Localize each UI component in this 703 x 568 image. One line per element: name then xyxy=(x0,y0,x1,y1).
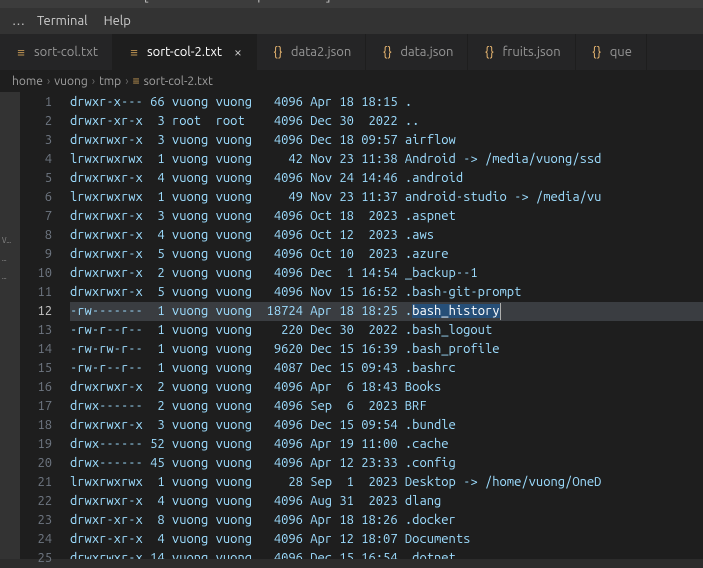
line-number: 24 xyxy=(20,530,52,549)
tab-label: data.json xyxy=(400,45,453,59)
line-number: 9 xyxy=(20,245,52,264)
tab-data-json[interactable]: {} data.json xyxy=(366,34,468,70)
tab-sort-col-2-txt[interactable]: ≡ sort-col-2.txt × xyxy=(113,34,257,70)
title-bar: [Extension Development Host] sort-col.tx… xyxy=(0,0,703,8)
line-number: 15 xyxy=(20,359,52,378)
line-number: 25 xyxy=(20,549,52,568)
code-line[interactable]: drwxrwxr-x 3 vuong vuong 4096 Oct 18 202… xyxy=(70,207,703,226)
line-number: 13 xyxy=(20,321,52,340)
line-number: 20 xyxy=(20,454,52,473)
line-number: 18 xyxy=(20,416,52,435)
line-number: 4 xyxy=(20,150,52,169)
tab-data2-json[interactable]: {} data2.json xyxy=(257,34,366,70)
activity-item[interactable]: … xyxy=(0,268,20,286)
tab-sort-col-txt[interactable]: ≡ sort-col.txt xyxy=(0,34,113,70)
line-number: 6 xyxy=(20,188,52,207)
tab-label: sort-col-2.txt xyxy=(147,45,222,59)
code-line[interactable]: drwxrwxr-x 2 vuong vuong 4096 Apr 6 18:4… xyxy=(70,378,703,397)
line-number: 22 xyxy=(20,492,52,511)
code-area[interactable]: drwxr-x--- 66 vuong vuong 4096 Apr 18 18… xyxy=(70,92,703,559)
line-number: 19 xyxy=(20,435,52,454)
tab-label: fruits.json xyxy=(502,45,560,59)
text-cursor xyxy=(500,303,501,320)
line-number: 12 xyxy=(20,302,52,321)
line-number: 11 xyxy=(20,283,52,302)
line-number: 23 xyxy=(20,511,52,530)
line-number: 16 xyxy=(20,378,52,397)
tab-label: que xyxy=(610,45,632,59)
activity-item[interactable]: … xyxy=(0,250,20,268)
chevron-right-icon: › xyxy=(47,75,50,88)
breadcrumb-segment[interactable]: home xyxy=(12,75,43,88)
code-line[interactable]: -rw-r--r-- 1 vuong vuong 220 Dec 30 2022… xyxy=(70,321,703,340)
activity-bar: V… … … xyxy=(0,92,20,559)
code-line[interactable]: drwx------ 52 vuong vuong 4096 Apr 19 11… xyxy=(70,435,703,454)
code-line[interactable]: drwxrwxr-x 4 vuong vuong 4096 Aug 31 202… xyxy=(70,492,703,511)
line-number: 5 xyxy=(20,169,52,188)
menu-terminal[interactable]: Terminal xyxy=(29,12,96,30)
menu-help[interactable]: Help xyxy=(96,12,139,30)
code-line[interactable]: drwxr-xr-x 3 root root 4096 Dec 30 2022 … xyxy=(70,112,703,131)
tab-fruits-json[interactable]: {} fruits.json xyxy=(468,34,575,70)
code-line[interactable]: -rw------- 1 vuong vuong 18724 Apr 18 18… xyxy=(70,302,703,321)
line-number: 10 xyxy=(20,264,52,283)
line-number: 21 xyxy=(20,473,52,492)
breadcrumb-segment[interactable]: tmp xyxy=(99,75,121,88)
breadcrumb-segment[interactable]: sort-col-2.txt xyxy=(144,75,213,88)
code-line[interactable]: drwxrwxr-x 4 vuong vuong 4096 Nov 24 14:… xyxy=(70,169,703,188)
code-line[interactable]: drwxr-x--- 66 vuong vuong 4096 Apr 18 18… xyxy=(70,93,703,112)
json-file-icon: {} xyxy=(482,45,496,59)
line-number: 3 xyxy=(20,131,52,150)
tab-que[interactable]: {} que xyxy=(576,34,647,70)
tab-bar: ≡ sort-col.txt ≡ sort-col-2.txt × {} data2.jso… xyxy=(0,34,703,70)
code-line[interactable]: drwx------ 2 vuong vuong 4096 Sep 6 2023… xyxy=(70,397,703,416)
code-line[interactable]: drwx------ 45 vuong vuong 4096 Apr 12 23… xyxy=(70,454,703,473)
tab-label: sort-col.txt xyxy=(34,45,98,59)
code-line[interactable]: drwxr-xr-x 4 vuong vuong 4096 Apr 12 18:… xyxy=(70,530,703,549)
text-file-icon: ≡ xyxy=(133,74,140,88)
code-line[interactable]: drwxr-xr-x 8 vuong vuong 4096 Apr 18 18:… xyxy=(70,511,703,530)
menu-bar: … Terminal Help xyxy=(0,8,703,34)
code-line[interactable]: -rw-r--r-- 1 vuong vuong 4087 Dec 15 09:… xyxy=(70,359,703,378)
line-number: 17 xyxy=(20,397,52,416)
window-title: [Extension Development Host] sort-col.tx… xyxy=(143,0,560,3)
line-number: 8 xyxy=(20,226,52,245)
tab-label: data2.json xyxy=(291,45,351,59)
line-number: 1 xyxy=(20,93,52,112)
breadcrumb[interactable]: home › vuong › tmp › ≡ sort-col-2.txt xyxy=(0,70,703,92)
line-number: 2 xyxy=(20,112,52,131)
breadcrumb-segment[interactable]: vuong xyxy=(54,75,87,88)
json-file-icon: {} xyxy=(271,45,285,59)
chevron-right-icon: › xyxy=(92,75,95,88)
code-line[interactable]: drwxrwxr-x 4 vuong vuong 4096 Oct 12 202… xyxy=(70,226,703,245)
code-line[interactable]: drwxrwxr-x 3 vuong vuong 4096 Dec 18 09:… xyxy=(70,131,703,150)
line-number: 7 xyxy=(20,207,52,226)
editor: V… … … 123456789101112131415161718192021… xyxy=(0,92,703,559)
code-line[interactable]: lrwxrwxrwx 1 vuong vuong 42 Nov 23 11:38… xyxy=(70,150,703,169)
code-line[interactable]: -rw-rw-r-- 1 vuong vuong 9620 Dec 15 16:… xyxy=(70,340,703,359)
activity-item[interactable]: V… xyxy=(0,232,20,250)
code-line[interactable]: drwxrwxr-x 5 vuong vuong 4096 Nov 15 16:… xyxy=(70,283,703,302)
code-line[interactable]: lrwxrwxrwx 1 vuong vuong 28 Sep 1 2023 D… xyxy=(70,473,703,492)
chevron-right-icon: › xyxy=(125,75,128,88)
json-file-icon: {} xyxy=(590,45,604,59)
menu-overflow[interactable]: … xyxy=(8,12,29,30)
code-line[interactable]: lrwxrwxrwx 1 vuong vuong 49 Nov 23 11:37… xyxy=(70,188,703,207)
text-file-icon: ≡ xyxy=(14,45,28,59)
text-file-icon: ≡ xyxy=(127,45,141,59)
text-selection: bash_history xyxy=(412,304,499,318)
line-number: 14 xyxy=(20,340,52,359)
close-icon[interactable]: × xyxy=(234,45,242,59)
code-line[interactable]: drwxrwxr-x 14 vuong vuong 4096 Dec 15 16… xyxy=(70,549,703,559)
code-line[interactable]: drwxrwxr-x 2 vuong vuong 4096 Dec 1 14:5… xyxy=(70,264,703,283)
gutter-line-numbers: 1234567891011121314151617181920212223242… xyxy=(20,92,70,559)
code-line[interactable]: drwxrwxr-x 5 vuong vuong 4096 Oct 10 202… xyxy=(70,245,703,264)
json-file-icon: {} xyxy=(380,45,394,59)
code-line[interactable]: drwxrwxr-x 3 vuong vuong 4096 Dec 15 09:… xyxy=(70,416,703,435)
